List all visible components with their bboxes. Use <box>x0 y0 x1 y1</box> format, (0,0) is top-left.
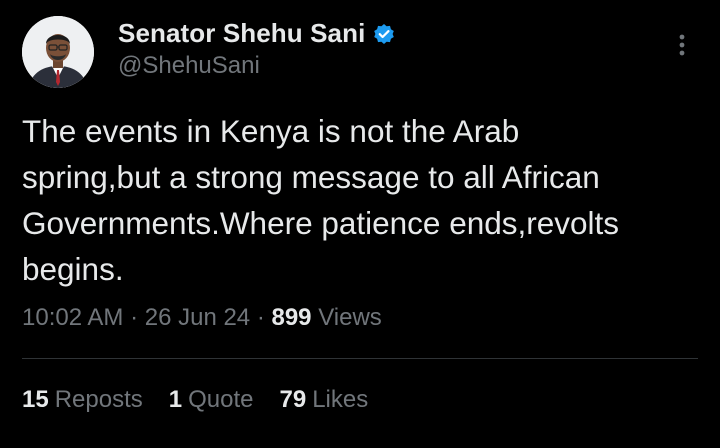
tweet-card: Senator Shehu Sani @ShehuSani The events… <box>0 0 720 448</box>
author-handle[interactable]: @ShehuSani <box>118 52 260 80</box>
tweet-time[interactable]: 10:02 AM <box>22 304 123 331</box>
tweet-meta: 10:02 AM · 26 Jun 24 · 899 Views <box>22 304 382 332</box>
likes-stat[interactable]: 79 Likes <box>280 386 369 414</box>
tweet-date[interactable]: 26 Jun 24 <box>145 304 250 331</box>
meta-separator: · <box>123 304 145 331</box>
reposts-count: 15 <box>22 386 49 413</box>
engagement-stats: 15 Reposts 1 Quote 79 Likes <box>22 386 368 414</box>
reposts-stat[interactable]: 15 Reposts <box>22 386 143 414</box>
likes-label: Likes <box>312 386 369 413</box>
display-name[interactable]: Senator Shehu Sani <box>118 18 365 49</box>
quotes-stat[interactable]: 1 Quote <box>169 386 254 414</box>
avatar[interactable] <box>22 16 94 88</box>
divider <box>22 358 698 359</box>
verified-badge-icon <box>373 23 395 45</box>
reposts-label: Reposts <box>54 386 143 413</box>
quotes-label: Quote <box>188 386 254 413</box>
views-label: Views <box>318 304 382 331</box>
avatar-image <box>22 16 94 88</box>
tweet-text: The events in Kenya is not the Arab spri… <box>22 113 620 287</box>
author-name-row: Senator Shehu Sani <box>118 18 395 49</box>
likes-count: 79 <box>279 386 307 413</box>
quotes-count: 1 <box>168 386 183 413</box>
views-count: 899 <box>271 304 312 331</box>
meta-separator: · <box>250 304 272 331</box>
more-vertical-icon[interactable] <box>672 30 692 60</box>
